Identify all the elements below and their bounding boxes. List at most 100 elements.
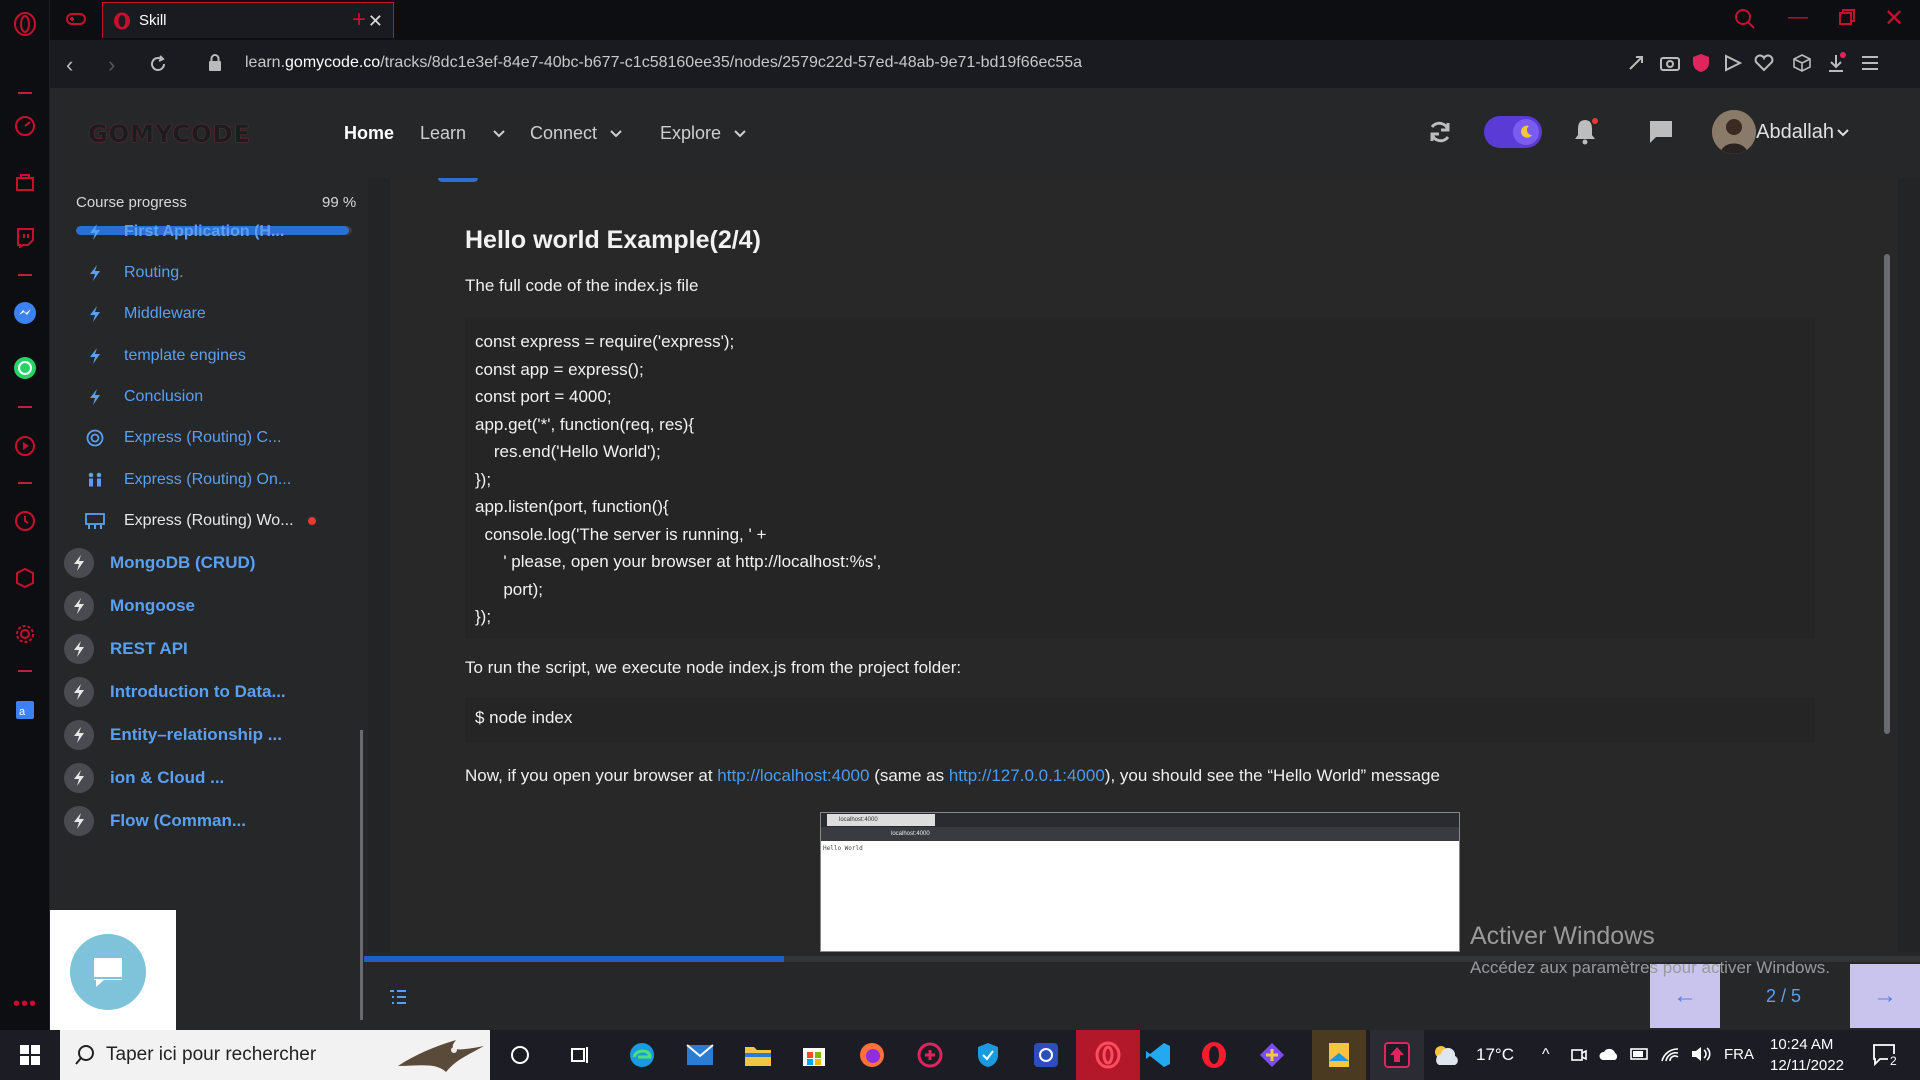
new-tab-icon[interactable]: +: [352, 6, 366, 34]
windows-start-icon[interactable]: [14, 1039, 46, 1071]
gomycode-logo[interactable]: GOMYCODE: [88, 120, 251, 148]
course-subitem[interactable]: Express (Routing) On...: [80, 460, 291, 500]
search-tabs-icon[interactable]: [1734, 8, 1756, 30]
course-subitem[interactable]: template engines: [80, 336, 246, 376]
camera-icon[interactable]: [1660, 54, 1680, 72]
onedrive-icon[interactable]: [1598, 1046, 1620, 1062]
input-language[interactable]: FRA: [1724, 1046, 1754, 1063]
sidebar-separator: [18, 92, 32, 94]
cortana-icon[interactable]: [504, 1039, 536, 1071]
firefox-icon[interactable]: [856, 1039, 888, 1071]
settings-gear-icon[interactable]: [13, 622, 37, 646]
content-scrollbar[interactable]: [1884, 254, 1890, 734]
meet-now-icon[interactable]: [1570, 1046, 1588, 1064]
opera-gx-taskbar-icon[interactable]: [1076, 1030, 1140, 1080]
lock-icon[interactable]: [208, 54, 222, 72]
code-line: ' please, open your browser at http://lo…: [475, 552, 882, 571]
snapshot-share-icon[interactable]: [1627, 54, 1645, 72]
sync-icon[interactable]: [1426, 118, 1454, 146]
minimize-icon[interactable]: —: [1788, 6, 1808, 29]
course-subitem[interactable]: Routing.: [80, 253, 184, 293]
translate-icon[interactable]: a: [13, 698, 37, 722]
speed-dial-icon[interactable]: [13, 114, 37, 138]
uploader-icon[interactable]: [1370, 1030, 1424, 1080]
vscode-icon[interactable]: [1142, 1039, 1174, 1071]
course-module[interactable]: Introduction to Data...: [64, 672, 286, 712]
restore-icon[interactable]: [1838, 8, 1856, 26]
action-center-icon[interactable]: 2: [1872, 1042, 1899, 1068]
tab-close-icon[interactable]: ✕: [368, 11, 383, 32]
extensions-icon[interactable]: [13, 566, 37, 590]
settings-app-icon[interactable]: [1030, 1039, 1062, 1071]
course-subitem[interactable]: First Application (H...: [80, 212, 284, 252]
file-manager-icon[interactable]: [1312, 1030, 1366, 1080]
whatsapp-icon[interactable]: [13, 356, 37, 380]
nav-learn[interactable]: Learn: [420, 123, 506, 144]
course-subitem[interactable]: Middleware: [80, 294, 206, 334]
course-panel-scrollbar[interactable]: [360, 730, 363, 1020]
twitch-icon[interactable]: [13, 225, 37, 249]
opera-icon[interactable]: [1198, 1039, 1230, 1071]
heart-icon[interactable]: [1754, 54, 1774, 72]
avatar[interactable]: [1712, 110, 1756, 154]
user-menu[interactable]: Abdallah: [1756, 121, 1850, 144]
adblock-shield-icon[interactable]: [1692, 53, 1710, 73]
messages-icon[interactable]: [1647, 118, 1675, 146]
edge-icon[interactable]: [626, 1039, 658, 1071]
forward-icon[interactable]: ›: [108, 52, 115, 78]
course-subitem[interactable]: Express (Routing) C...: [80, 418, 281, 458]
wifi-icon[interactable]: [1660, 1045, 1680, 1063]
next-step-button[interactable]: →: [1850, 964, 1920, 1028]
file-explorer-icon[interactable]: [742, 1039, 774, 1071]
nav-home[interactable]: Home: [344, 123, 394, 144]
opera-logo-icon[interactable]: [13, 12, 37, 36]
outline-list-icon[interactable]: [388, 988, 408, 1006]
localhost-link[interactable]: http://localhost:4000: [717, 766, 869, 785]
more-options-icon[interactable]: •••: [13, 992, 37, 1016]
back-icon[interactable]: ‹: [66, 52, 73, 78]
weather-icon[interactable]: [1430, 1039, 1462, 1071]
clock-time[interactable]: 10:24 AM: [1770, 1036, 1833, 1053]
nav-explore[interactable]: Explore: [660, 123, 747, 144]
reload-icon[interactable]: [148, 54, 168, 74]
mail-icon[interactable]: [684, 1039, 716, 1071]
shopping-icon[interactable]: [13, 170, 37, 194]
close-window-icon[interactable]: ✕: [1884, 4, 1904, 33]
course-subitem[interactable]: Express (Routing) Wo...: [80, 501, 316, 541]
send-icon[interactable]: [1724, 54, 1742, 72]
taskbar-search[interactable]: Taper ici pour rechercher: [60, 1030, 490, 1080]
course-module[interactable]: MongoDB (CRUD): [64, 543, 255, 583]
nav-connect[interactable]: Connect: [530, 123, 623, 144]
messenger-icon[interactable]: [13, 301, 37, 325]
url-field[interactable]: learn.gomycode.co/tracks/8dc1e3ef-84e7-4…: [245, 54, 1082, 72]
volume-icon[interactable]: [1690, 1045, 1712, 1063]
task-view-icon[interactable]: [564, 1039, 596, 1071]
git-tool-icon[interactable]: [1256, 1039, 1288, 1071]
history-icon[interactable]: [13, 509, 37, 533]
show-hidden-icons-icon[interactable]: ^: [1542, 1046, 1550, 1064]
download-icon[interactable]: [1826, 52, 1846, 74]
course-module[interactable]: Entity–relationship ...: [64, 715, 282, 755]
code-line: const app = express();: [475, 359, 644, 379]
course-module[interactable]: REST API: [64, 629, 188, 669]
easy-setup-icon[interactable]: [1860, 54, 1880, 72]
battery-icon[interactable]: [1630, 1046, 1650, 1062]
defender-shield-icon[interactable]: [972, 1039, 1004, 1071]
course-module[interactable]: Flow (Comman...: [64, 801, 246, 841]
antivirus-icon[interactable]: [914, 1039, 946, 1071]
tab-skill[interactable]: Skill ✕: [102, 2, 394, 38]
chat-launcher-button[interactable]: [70, 934, 146, 1010]
store-icon[interactable]: [798, 1039, 830, 1071]
clock-date[interactable]: 12/11/2022: [1770, 1057, 1844, 1074]
cube-extension-icon[interactable]: [1792, 53, 1812, 73]
course-module[interactable]: ion & Cloud ...: [64, 758, 224, 798]
course-subitem-label: Routing.: [124, 264, 184, 281]
course-module[interactable]: Mongoose: [64, 586, 195, 626]
loopback-link[interactable]: http://127.0.0.1:4000: [949, 766, 1105, 785]
notification-bell-icon[interactable]: [1570, 116, 1600, 146]
game-controller-icon[interactable]: [65, 9, 87, 29]
course-subitem[interactable]: Conclusion: [80, 377, 203, 417]
course-progress-value: 99 %: [322, 194, 357, 211]
dark-mode-toggle[interactable]: [1484, 116, 1542, 148]
player-icon[interactable]: [13, 434, 37, 458]
